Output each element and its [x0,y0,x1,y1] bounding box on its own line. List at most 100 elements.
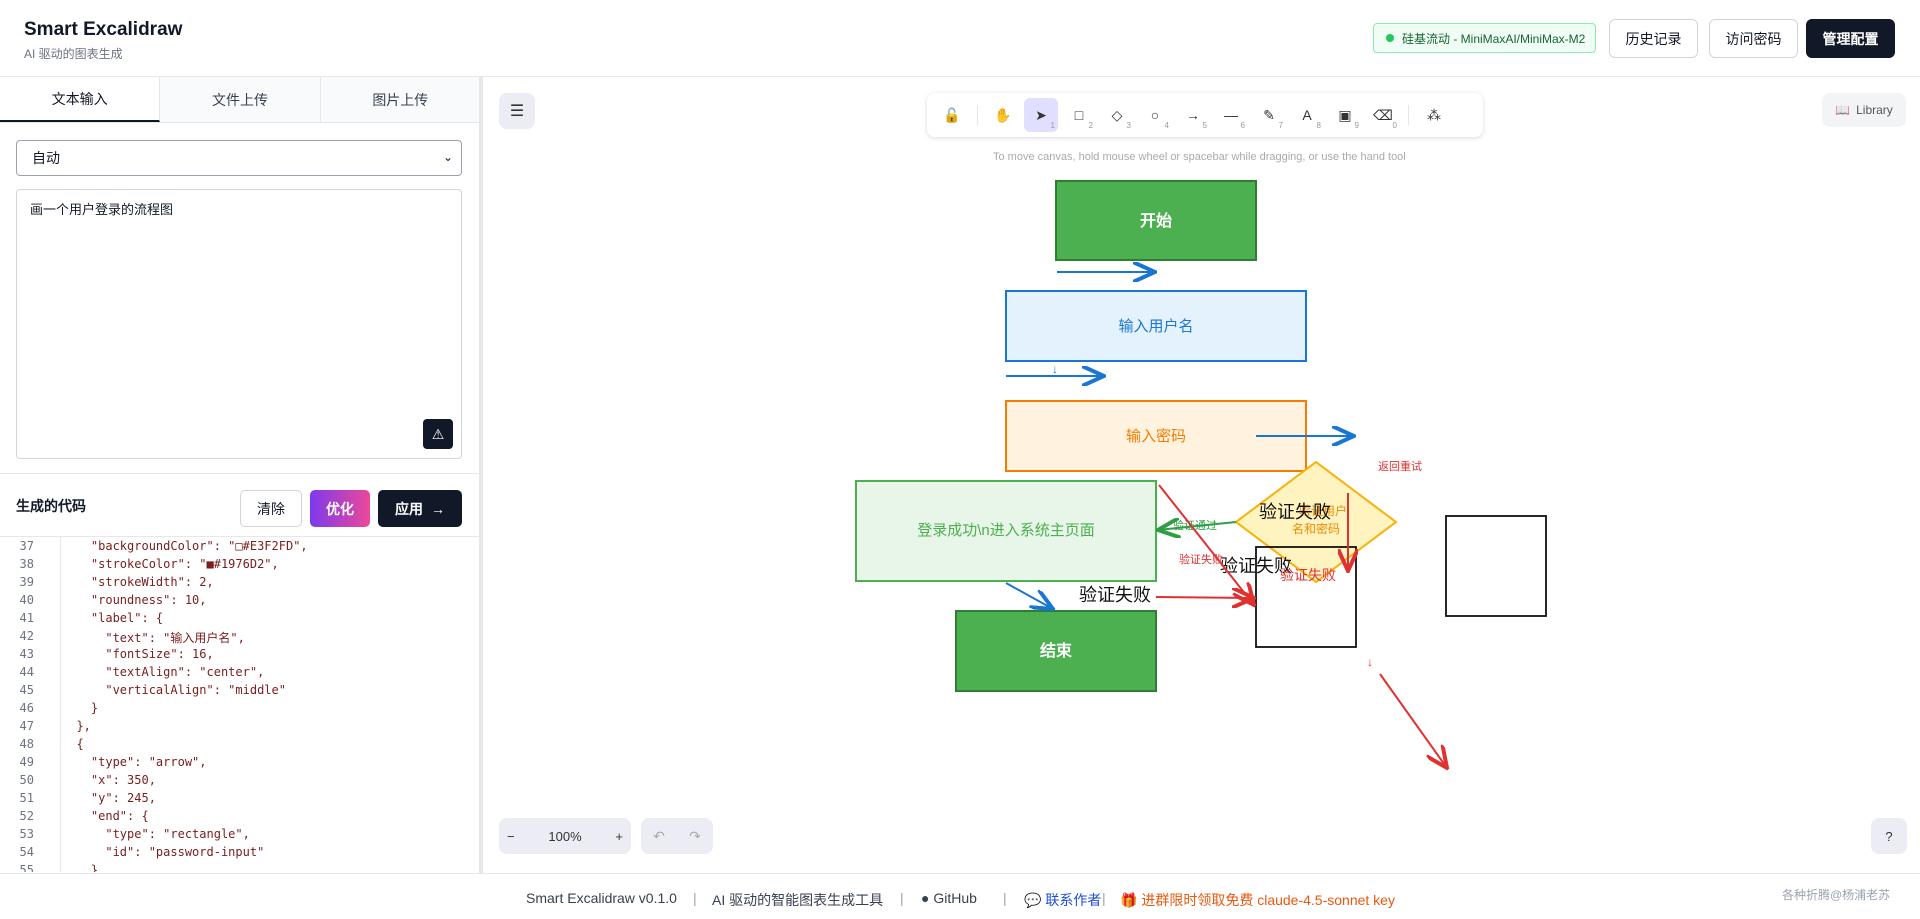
select-icon[interactable]: ➤ 1 [1024,98,1058,132]
contact-link[interactable]: 💬 联系作者 [1024,890,1101,910]
library-button[interactable]: 📖 Library [1822,93,1906,127]
undo-icon[interactable]: ↶ [653,828,665,845]
app-header: Smart Excalidraw AI 驱动的图表生成 硅基流动 - MiniM… [0,0,1920,77]
model-badge-label: 硅基流动 - MiniMaxAI/MiniMax-M2 [1402,31,1586,46]
line-number: 55 [19,863,34,872]
github-icon: ● [921,890,930,906]
down-arrow-glyph-1: ↓ [1052,362,1058,376]
chart-type-value: 自动 [32,150,60,166]
code-text: "y": 245, [62,791,156,805]
apply-button[interactable]: 应用 → [378,490,462,527]
code-line: 52 "end": { [0,809,465,827]
help-icon: ? [1885,828,1893,844]
promo-link-label: 进群限时领取免费 claude-4.5-sonnet key [1141,892,1395,908]
rectangle-icon[interactable]: □ 2 [1062,98,1096,132]
code-text: } [62,863,99,872]
pencil-icon[interactable]: ✎ 7 [1252,98,1286,132]
diamond-icon[interactable]: ◇ 3 [1100,98,1134,132]
help-button[interactable]: ? [1871,818,1907,854]
line-icon[interactable]: —6 [1214,98,1248,132]
ellipse-icon[interactable]: ○ 4 [1138,98,1172,132]
empty-rectangle[interactable] [1445,515,1547,617]
model-badge[interactable]: 硅基流动 - MiniMaxAI/MiniMax-M2 [1373,23,1596,53]
access-password-button[interactable]: 访问密码 [1709,19,1798,58]
history-button[interactable]: 历史记录 [1609,19,1698,58]
zoom-out-button[interactable]: − [507,829,515,844]
redo-icon[interactable]: ↷ [689,828,701,845]
excalidraw-canvas[interactable]: ☰ 🔓 ✋ ➤ 1 □ 2 ◇ 3 ○ 4 → 5—6 ✎ 7 A 8 ▣ 9 ⌫ 0 ⁂ To move canvas… [483,77,1920,873]
tab-image-upload[interactable]: 图片上传 [320,77,480,122]
password-label: 输入密码 [1126,428,1186,445]
prompt-input[interactable]: 画一个用户登录的流程图 [16,189,462,459]
code-text: "strokeWidth": 2, [62,575,214,589]
hand-icon[interactable]: ✋ [986,98,1020,132]
verify-diamond[interactable] [1234,460,1398,584]
send-button[interactable]: ⚠ [423,419,453,449]
shortcut-key: 3 [1126,121,1131,130]
fail-box[interactable] [1255,546,1357,648]
code-line: 50 "x": 350, [0,773,465,791]
code-line: 44 "textAlign": "center", [0,665,465,683]
code-editor[interactable]: 37 "backgroundColor": "□#E3F2FD", 38 "str… [0,537,465,872]
arrow-verify-success[interactable] [1158,522,1237,530]
promo-link[interactable]: 🎁 进群限时领取免费 claude-4.5-sonnet key [1120,890,1395,910]
canvas-hint: To move canvas, hold mouse wheel or spac… [993,151,1406,163]
diamond-glyph: ◇ [1111,106,1123,123]
code-text: { [62,737,84,751]
username-node[interactable] [1005,290,1307,362]
footer-sep-4: | [1102,890,1106,906]
arrow-fail-1[interactable] [1155,597,1254,598]
shortcut-key: 1 [1050,121,1055,130]
arrow-success-end[interactable] [1005,582,1053,609]
code-text: "text": "输入用户名", [62,631,245,645]
code-line: 46 } [0,701,465,719]
text-glyph: A [1302,107,1312,123]
code-text: "roundness": 10, [62,593,207,607]
shapes-icon[interactable]: ⁂ [1417,98,1451,132]
chart-type-select[interactable]: 自动 ⌄ [16,140,462,176]
github-link[interactable]: ● GitHub [921,890,977,906]
code-section-title: 生成的代码 [16,498,86,514]
start-node[interactable] [1055,180,1257,261]
end-node[interactable] [955,610,1157,692]
hand-glyph: ✋ [994,106,1012,123]
password-node[interactable] [1005,400,1307,472]
code-line: 47 }, [0,719,465,737]
clear-button[interactable]: 清除 [240,490,302,527]
zoom-level[interactable]: 100% [548,829,581,844]
undo-redo-controls: ↶ ↷ [641,818,713,854]
footer-sep-1: | [693,890,697,906]
lock-icon[interactable]: 🔓 [935,98,969,132]
fail-small-label: 验证失败 [1179,552,1223,566]
arrow-fail-out[interactable] [1379,673,1447,768]
code-line: 40 "roundness": 10, [0,593,465,611]
toolbar-separator [977,105,978,125]
text-icon[interactable]: A8 [1290,98,1324,132]
eraser-icon[interactable]: ⌫ 0 [1366,98,1400,132]
shortcut-key: 8 [1316,121,1321,130]
code-text: "end": { [62,809,149,823]
zoom-in-button[interactable]: + [615,829,623,844]
rectangle-glyph: □ [1074,107,1084,123]
arrow-icon[interactable]: → 5 [1176,98,1210,132]
zoom-controls: − 100% + [499,818,631,854]
admin-config-button[interactable]: 管理配置 [1806,19,1895,58]
optimize-button[interactable]: 优化 [310,490,370,527]
tab-file-upload[interactable]: 文件上传 [160,77,321,122]
line-number: 42 [19,629,34,643]
success-node[interactable] [855,480,1157,582]
verify-diamond-label-1: 验证用户 [1299,503,1347,518]
footer-sep-3: | [1003,890,1007,906]
line-number: 45 [19,683,34,697]
tab-text-input[interactable]: 文本输入 [0,77,161,122]
hamburger-icon: ☰ [509,103,525,120]
code-line: 43 "fontSize": 16, [0,647,465,665]
main-menu-button[interactable]: ☰ [499,93,535,129]
retry-label: 返回重试 [1378,459,1422,473]
code-line: 48 { [0,737,465,755]
fail-label-big-3: 验证失败 [1079,585,1151,605]
chevron-down-icon: ⌄ [442,150,453,164]
image-icon[interactable]: ▣ 9 [1328,98,1362,132]
username-label: 输入用户名 [1118,318,1193,335]
arrow-fail-2[interactable] [1158,484,1254,605]
